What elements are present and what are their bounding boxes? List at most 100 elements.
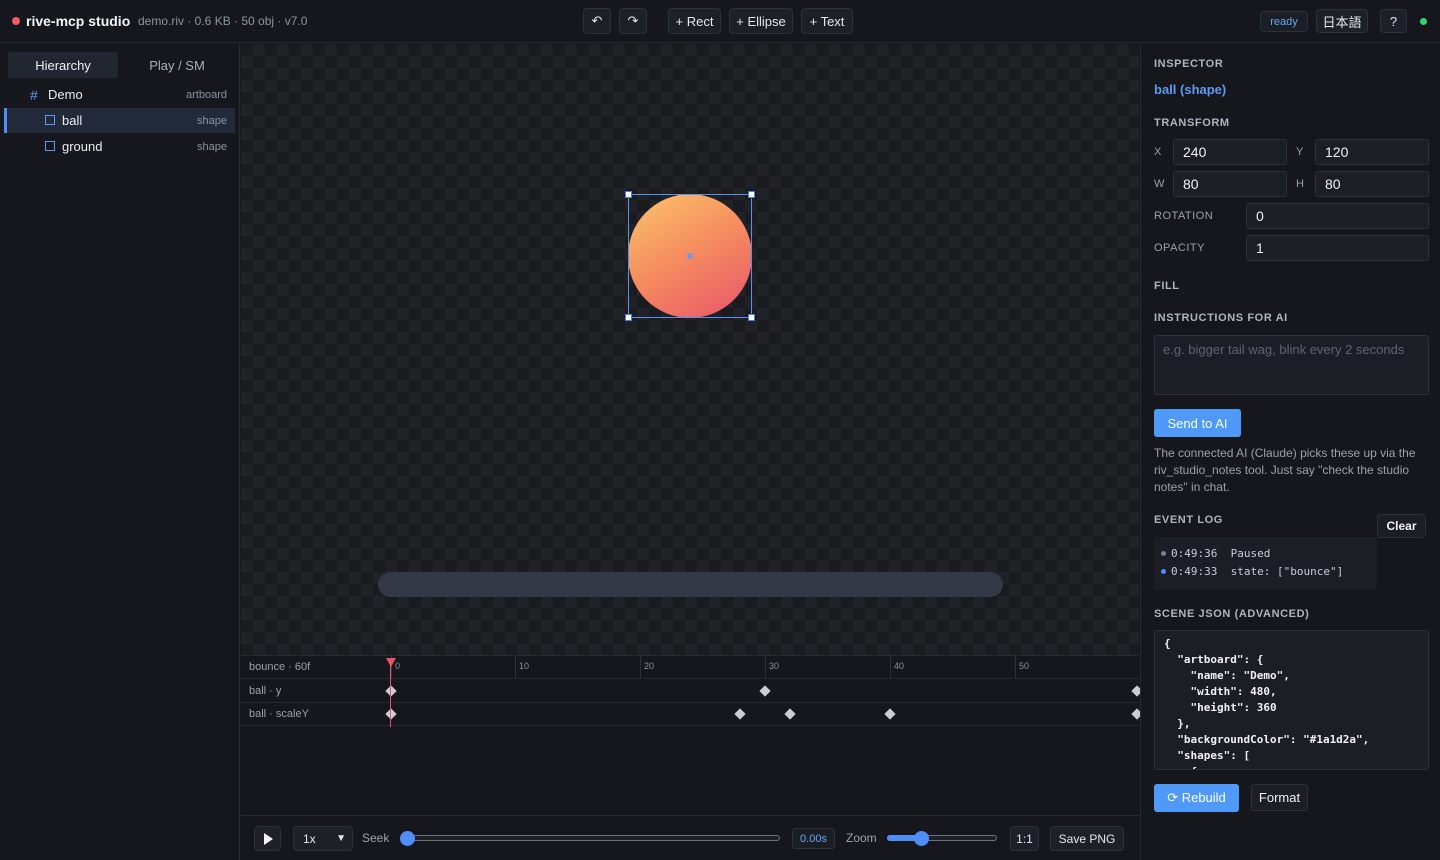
fill-title: FILL [1154, 280, 1180, 292]
event-log-title: EVENT LOG [1154, 514, 1223, 526]
tree-item-label: Demo [48, 87, 83, 102]
actual-size-button[interactable]: 1:1 [1010, 826, 1039, 851]
y-label: Y [1296, 146, 1304, 158]
seek-slider[interactable] [406, 835, 780, 841]
transport-bar: 1x ▼ Seek 0.00s Zoom 1:1 Save PNG [241, 815, 1139, 860]
x-label: X [1154, 146, 1162, 158]
tree-item-kind: artboard [186, 89, 227, 101]
playhead[interactable] [390, 659, 391, 727]
tree-item-label: ground [62, 139, 103, 154]
log-time: 0:49:36 [1171, 547, 1218, 560]
hash-icon: # [30, 87, 38, 103]
send-to-ai-button[interactable]: Send to AI [1154, 409, 1241, 437]
redo-button[interactable]: ↷ [619, 8, 647, 34]
undo-button[interactable]: ↶ [583, 8, 611, 34]
inspector-title: INSPECTOR [1154, 58, 1224, 70]
help-button[interactable]: ? [1380, 9, 1407, 33]
keyframe[interactable] [734, 708, 746, 720]
rotation-input[interactable]: 0 [1246, 203, 1429, 229]
tree-item-kind: shape [197, 115, 227, 127]
width-input[interactable]: 80 [1173, 171, 1287, 197]
left-panel: Hierarchy Play / SM # Demo artboard ball… [0, 44, 240, 860]
app-title: rive-mcp studio [26, 13, 131, 29]
tree-item-ball[interactable]: ball shape [4, 108, 235, 133]
scene-json-editor[interactable]: { "artboard": { "name": "Demo", "width":… [1154, 630, 1429, 770]
clear-log-button[interactable]: Clear [1377, 514, 1426, 538]
rebuild-button[interactable]: ⟳ Rebuild [1154, 784, 1239, 812]
keyframe[interactable] [784, 708, 796, 720]
add-text-button[interactable]: + Text [801, 8, 853, 34]
resize-handle-bottom-right[interactable] [748, 314, 755, 321]
ground-shape[interactable] [378, 572, 1003, 597]
scene-json-title: SCENE JSON (ADVANCED) [1154, 608, 1310, 620]
ruler-label: 10 [519, 661, 530, 671]
resize-handle-top-left[interactable] [625, 191, 632, 198]
track-label: ball · scaleY [249, 708, 309, 720]
w-label: W [1154, 178, 1165, 190]
animation-name: bounce · 60f [249, 661, 311, 673]
status-badge: ready [1260, 11, 1308, 32]
playhead-handle[interactable] [386, 658, 396, 667]
ruler-label: 20 [644, 661, 655, 671]
ruler-label: 50 [1019, 661, 1030, 671]
seek-label: Seek [362, 831, 390, 845]
x-input[interactable]: 240 [1173, 139, 1287, 165]
log-time: 0:49:33 [1171, 565, 1218, 578]
square-icon [45, 115, 55, 125]
resize-handle-bottom-left[interactable] [625, 314, 632, 321]
zoom-slider-thumb[interactable] [914, 831, 929, 846]
rotation-label: ROTATION [1154, 210, 1214, 222]
log-entry: 0:49:36 Paused [1161, 547, 1270, 560]
scene-json-text: { "artboard": { "name": "Demo", "width":… [1164, 637, 1370, 769]
add-rect-button[interactable]: + Rect [668, 8, 721, 34]
tab-hierarchy[interactable]: Hierarchy [8, 52, 118, 78]
chevron-down-icon: ▼ [336, 833, 346, 844]
log-text: state: ["bounce"] [1230, 565, 1344, 578]
ruler-label: 40 [894, 661, 905, 671]
artboard[interactable] [316, 69, 1065, 631]
top-bar: rive-mcp studio demo.riv · 0.6 KB · 50 o… [0, 0, 1440, 43]
format-button[interactable]: Format [1251, 784, 1308, 811]
opacity-input[interactable]: 1 [1246, 235, 1429, 261]
play-button[interactable] [254, 826, 281, 851]
ai-help-text: The connected AI (Claude) picks these up… [1154, 446, 1416, 494]
seek-time: 0.00s [792, 828, 835, 849]
seek-slider-thumb[interactable] [400, 831, 415, 846]
selection-name: ball (shape) [1154, 82, 1227, 97]
square-icon [45, 141, 55, 151]
keyframe[interactable] [884, 708, 896, 720]
redo-icon: ↷ [627, 13, 639, 28]
opacity-label: OPACITY [1154, 242, 1205, 254]
pivot-point[interactable] [687, 253, 693, 259]
track-label: ball · y [249, 685, 282, 697]
track-ball-scaley[interactable]: ball · scaleY [241, 703, 1143, 726]
timeline-ruler[interactable]: bounce · 60f 0 10 20 30 40 50 [241, 656, 1139, 679]
ai-instructions-textarea[interactable]: e.g. bigger tail wag, blink every 2 seco… [1154, 335, 1429, 395]
play-icon [264, 832, 273, 845]
timeline: bounce · 60f 0 10 20 30 40 50 ball · y b… [241, 655, 1143, 815]
keyframe[interactable] [759, 685, 771, 697]
add-ellipse-button[interactable]: + Ellipse [729, 8, 793, 34]
tree-item-demo[interactable]: # Demo artboard [4, 82, 235, 107]
keyframe[interactable] [385, 685, 397, 697]
y-input[interactable]: 120 [1315, 139, 1429, 165]
height-input[interactable]: 80 [1315, 171, 1429, 197]
save-png-button[interactable]: Save PNG [1050, 826, 1124, 851]
ruler-label: 30 [769, 661, 780, 671]
speed-select[interactable]: 1x ▼ [293, 826, 353, 851]
zoom-label: Zoom [846, 831, 877, 845]
language-button[interactable]: 日本語 [1316, 9, 1368, 33]
h-label: H [1296, 178, 1305, 190]
selection-box[interactable] [625, 191, 755, 321]
brand-dot [12, 17, 20, 25]
speed-value: 1x [303, 831, 316, 846]
track-ball-y[interactable]: ball · y [241, 680, 1143, 703]
keyframe[interactable] [385, 708, 397, 720]
transform-title: TRANSFORM [1154, 117, 1230, 129]
log-dot [1161, 551, 1166, 556]
tree-item-ground[interactable]: ground shape [4, 134, 235, 159]
document-meta: demo.riv · 0.6 KB · 50 obj · v7.0 [138, 14, 308, 28]
tab-play-sm[interactable]: Play / SM [122, 52, 232, 78]
canvas-area[interactable] [241, 44, 1139, 655]
resize-handle-top-right[interactable] [748, 191, 755, 198]
